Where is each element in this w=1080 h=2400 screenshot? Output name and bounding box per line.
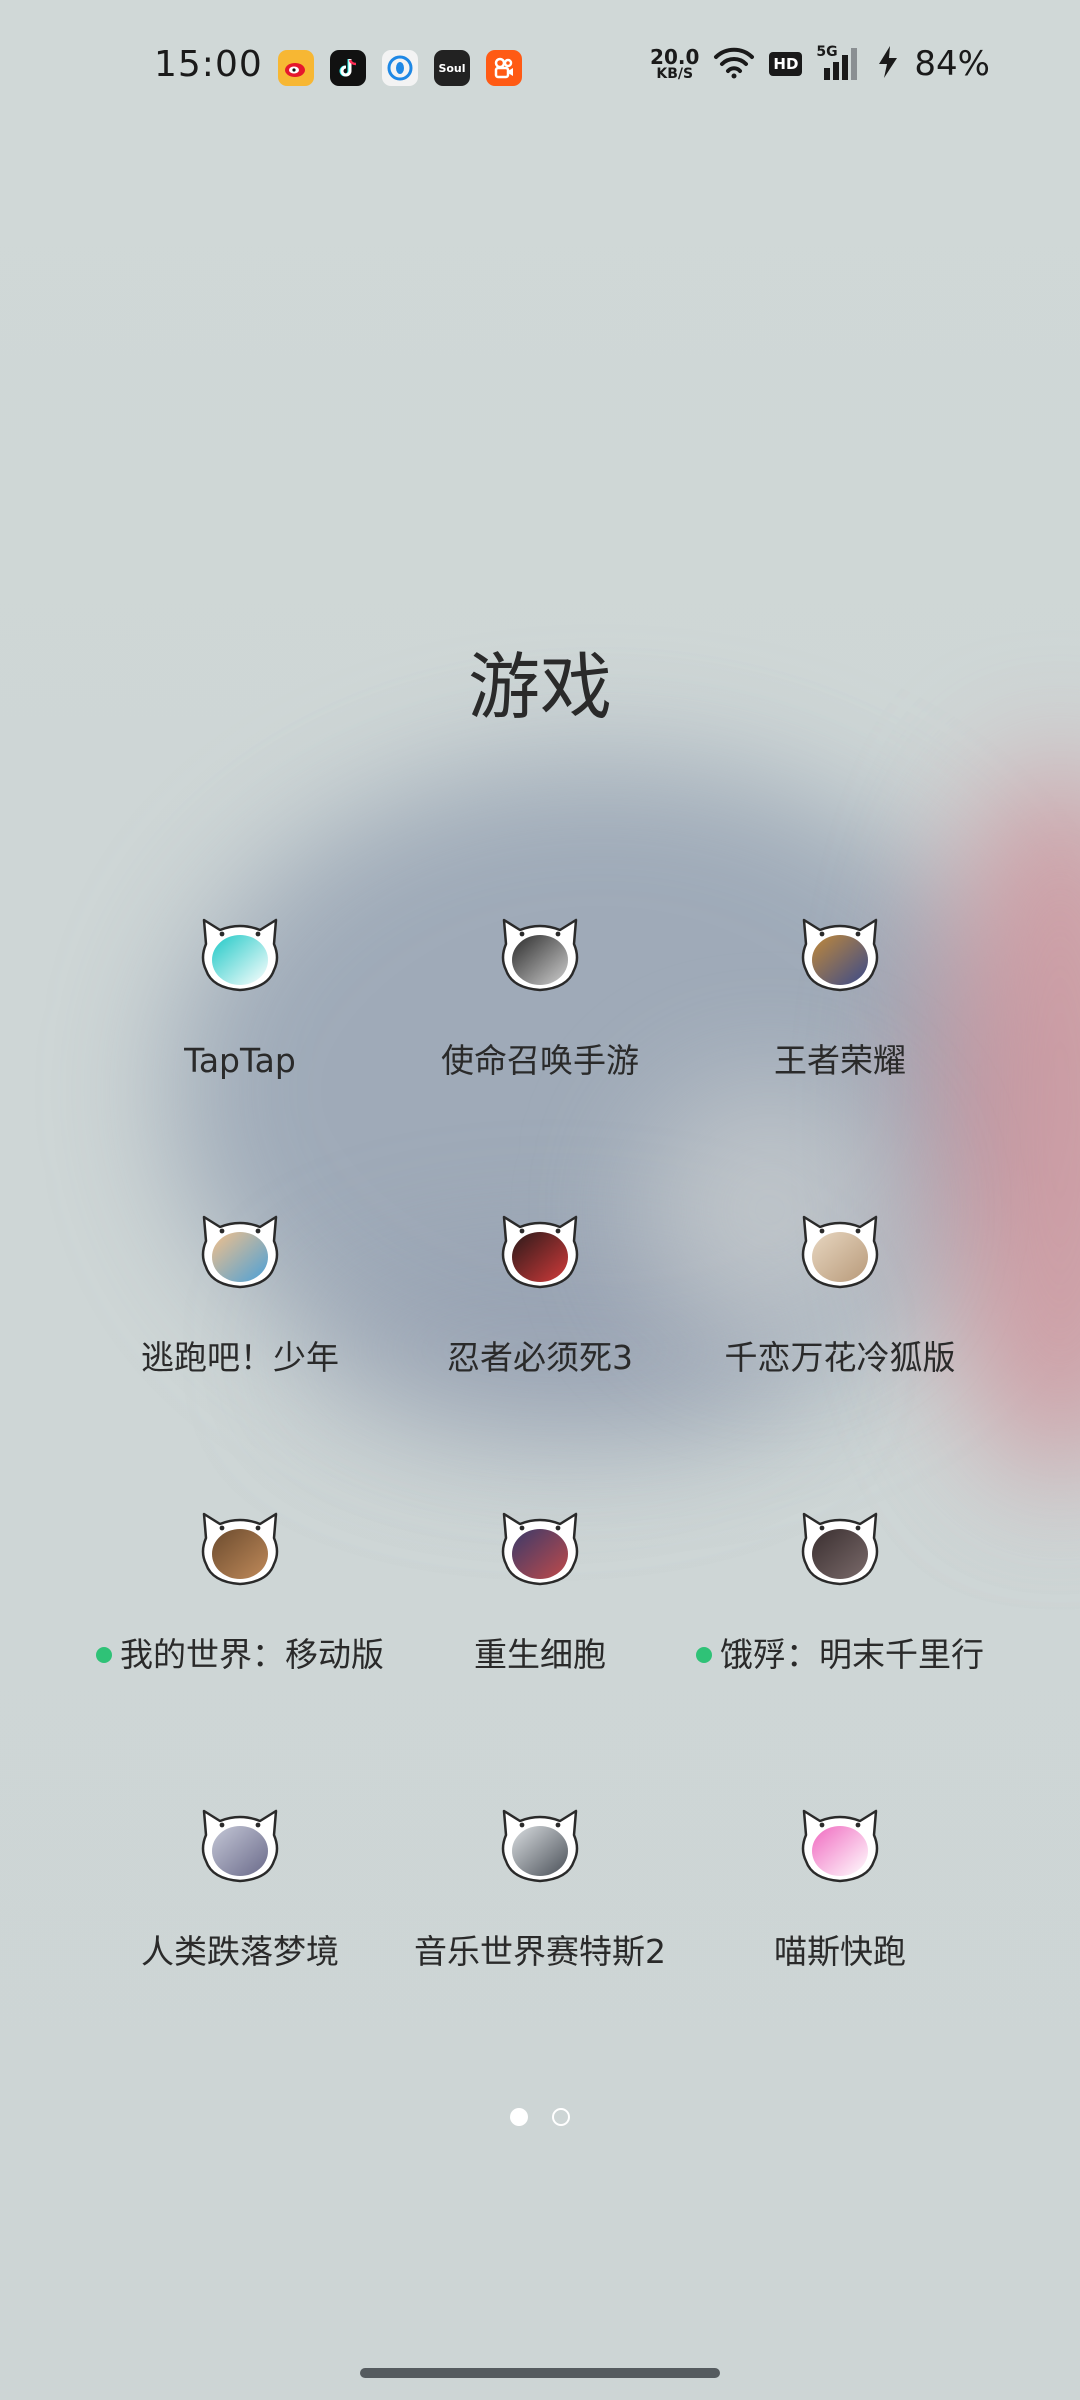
wifi-icon: [713, 45, 755, 83]
muse-dash-icon: [798, 1801, 882, 1885]
notification-icons: Soul: [278, 50, 522, 86]
app-label: TapTap: [184, 1041, 296, 1080]
status-time: 15:00: [154, 44, 263, 85]
update-badge-dot: [96, 1647, 112, 1663]
kuaishou-icon: [486, 50, 522, 86]
starving-icon: [798, 1504, 882, 1588]
hd-badge: HD: [769, 52, 803, 76]
page-indicator: [0, 2108, 1080, 2126]
folder-title[interactable]: 游戏: [0, 628, 1080, 733]
app-starving[interactable]: 饿殍：明末千里行: [690, 1504, 990, 1801]
app-escape-boy[interactable]: 逃跑吧！少年: [90, 1207, 390, 1504]
system-icons: 20.0 KB/S HD 5G 84%: [650, 44, 990, 84]
app-label: 音乐世界赛特斯2: [414, 1932, 666, 1971]
app-label: 忍者必须死3: [447, 1338, 633, 1377]
cytus-2-icon: [498, 1801, 582, 1885]
app-ninja-must-die[interactable]: 忍者必须死3: [390, 1207, 690, 1504]
call-of-duty-icon: [498, 910, 582, 994]
app-dead-cells[interactable]: 重生细胞: [390, 1504, 690, 1801]
honor-of-kings-icon: [798, 910, 882, 994]
app-taptap[interactable]: TapTap: [90, 910, 390, 1207]
app-label: 饿殍：明末千里行: [690, 1632, 990, 1678]
status-bar: 15:00 Soul 20.0 KB/S HD 5G 84%: [0, 0, 1080, 140]
app-label: 我的世界：移动版: [90, 1632, 390, 1678]
app-label: 喵斯快跑: [774, 1932, 906, 1971]
minecraft-icon: [198, 1504, 282, 1588]
battery-percent: 84%: [914, 44, 990, 84]
app-label: 王者荣耀: [774, 1041, 906, 1080]
app-label: 使命召唤手游: [441, 1041, 639, 1080]
app-call-of-duty[interactable]: 使命召唤手游: [390, 910, 690, 1207]
network-speed: 20.0 KB/S: [650, 45, 700, 82]
escape-boy-icon: [198, 1207, 282, 1291]
app-cytus-2[interactable]: 音乐世界赛特斯2: [390, 1801, 690, 2098]
weibo-icon: [278, 50, 314, 86]
taptap-icon: [198, 910, 282, 994]
page-dot-2[interactable]: [552, 2108, 570, 2126]
app-minecraft[interactable]: 我的世界：移动版: [90, 1504, 390, 1801]
folder-app-grid: TapTap 使命召唤手游 王者荣耀逃跑吧！少年 忍者必须死3 千恋万花冷狐版我的世界：…: [90, 910, 990, 2098]
senren-banka-icon: [798, 1207, 882, 1291]
page-dot-1[interactable]: [510, 2108, 528, 2126]
home-indicator[interactable]: [360, 2368, 720, 2378]
app-honor-of-kings[interactable]: 王者荣耀: [690, 910, 990, 1207]
app-label: 人类跌落梦境: [141, 1932, 339, 1971]
app-label: 千恋万花冷狐版: [724, 1338, 956, 1377]
update-badge-dot: [696, 1647, 712, 1663]
charging-icon: [876, 44, 900, 84]
soul-icon: Soul: [434, 50, 470, 86]
cellular-signal-icon: 5G: [816, 44, 862, 82]
qq-icon: [382, 50, 418, 86]
ninja-must-die-icon: [498, 1207, 582, 1291]
tiktok-icon: [330, 50, 366, 86]
app-label: 重生细胞: [474, 1635, 606, 1674]
app-senren-banka[interactable]: 千恋万花冷狐版: [690, 1207, 990, 1504]
human-fall-flat-icon: [198, 1801, 282, 1885]
dead-cells-icon: [498, 1504, 582, 1588]
app-muse-dash[interactable]: 喵斯快跑: [690, 1801, 990, 2098]
app-human-fall-flat[interactable]: 人类跌落梦境: [90, 1801, 390, 2098]
app-label: 逃跑吧！少年: [141, 1338, 339, 1377]
